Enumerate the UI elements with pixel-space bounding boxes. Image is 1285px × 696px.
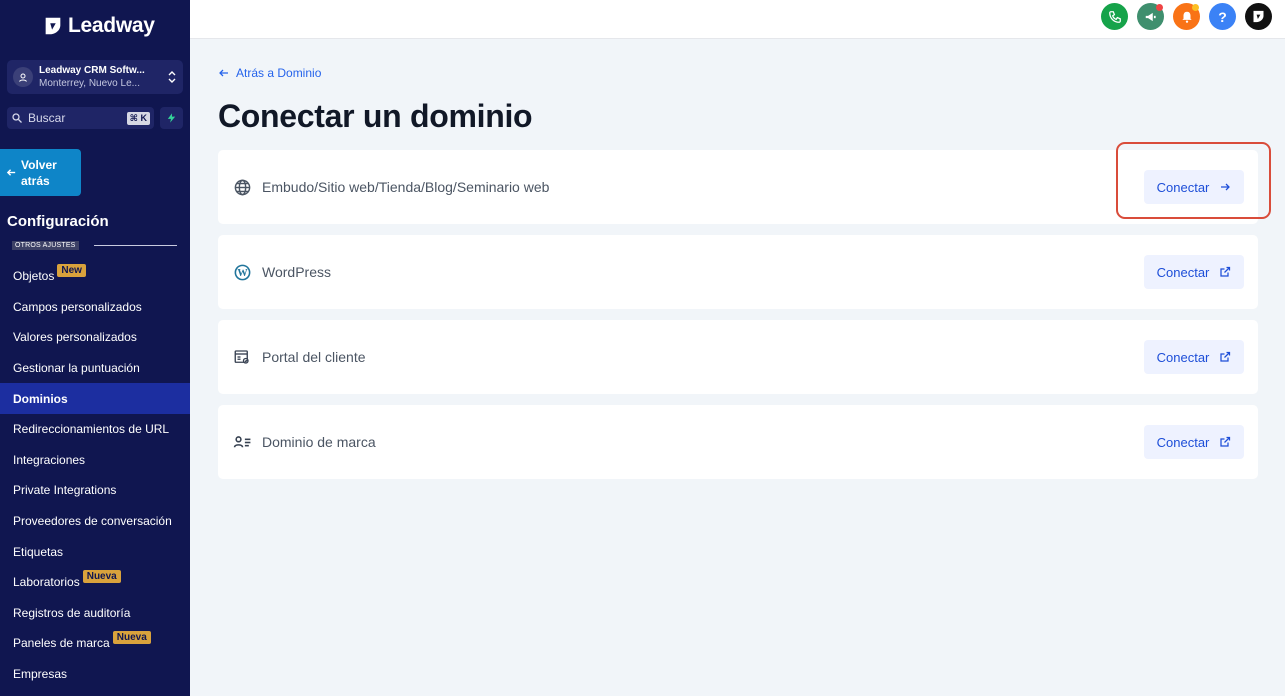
connect-funnel-button[interactable]: Conectar [1144,170,1244,204]
section-divider [94,245,177,246]
client-portal-icon [232,347,252,367]
back-button-label: Volver atrás [21,157,57,188]
external-link-icon [1220,266,1231,277]
megaphone-icon [1145,12,1156,21]
breadcrumb-label: Atrás a Dominio [236,66,322,80]
leadway-app-button[interactable] [1245,3,1272,30]
sidebar-item-valores-personalizados[interactable]: Valores personalizados [0,322,190,353]
phone-button[interactable] [1101,3,1128,30]
sidebar-item-label: Laboratorios [13,575,80,590]
sidebar-item-label: Valores personalizados [13,330,137,345]
new-badge: Nueva [82,569,121,583]
sidebar-item-empresas[interactable]: Empresas [0,659,190,690]
leadway-logo-icon [45,17,61,35]
bell-icon [1181,11,1192,23]
arrow-left-icon [6,169,16,176]
sidebar-item-integraciones[interactable]: Integraciones [0,445,190,476]
location-icon [13,67,33,87]
sidebar-item-label: Redireccionamientos de URL [13,422,170,437]
option-label: WordPress [262,264,331,280]
sidebar-item-label: Etiquetas [13,544,64,559]
new-badge: Nueva [112,630,151,644]
search-placeholder: Buscar [28,111,66,125]
arrow-right-icon [1221,183,1231,191]
section-title: Configuración [7,213,109,230]
globe-icon [232,177,252,197]
section-tag: OTROS AJUSTES [12,241,79,250]
sidebar-item-objetos[interactable]: Objetos New [0,261,190,292]
brand-name: Leadway [68,14,155,37]
notifications-button[interactable] [1173,3,1200,30]
connect-button-label: Conectar [1156,434,1210,450]
notification-dot [1192,4,1199,11]
quick-actions-button[interactable] [160,107,183,129]
announcements-button[interactable] [1137,3,1164,30]
sidebar-item-dominios[interactable]: Dominios [0,383,190,414]
sidebar-item-gestionar-la-puntuación[interactable]: Gestionar la puntuación [0,353,190,384]
connect-button-label: Conectar [1156,349,1210,365]
option-label: Portal del cliente [262,349,366,365]
sidebar-item-label: Proveedores de conversación [13,514,172,529]
sidebar: Leadway Leadway CRM Softw... Monterrey, … [0,0,190,696]
option-card-wordpress: W WordPress Conectar [218,235,1258,309]
connect-button-label: Conectar [1156,264,1210,280]
brand-logo[interactable]: Leadway [42,14,155,38]
option-card-funnel: Embudo/Sitio web/Tienda/Blog/Seminario w… [218,150,1258,224]
page-title: Conectar un dominio [218,98,533,134]
settings-nav: Objetos New Campos personalizados Valores p… [0,261,190,689]
new-badge: New [57,263,86,277]
sidebar-item-paneles-de-marca[interactable]: Paneles de marca Nueva [0,628,190,659]
option-card-brand-domain: Dominio de marca Conectar [218,405,1258,479]
leadway-icon [1253,10,1264,23]
sidebar-item-label: Private Integrations [13,483,117,498]
search-shortcut: ⌘ K [126,111,150,125]
bolt-icon [167,113,176,123]
connect-client-portal-button[interactable]: Conectar [1144,340,1244,374]
account-switcher[interactable]: Leadway CRM Softw... Monterrey, Nuevo Le… [7,60,183,94]
connect-wordpress-button[interactable]: Conectar [1144,255,1244,289]
topbar: ? [190,0,1285,39]
option-label: Dominio de marca [262,434,376,450]
notification-dot [1156,4,1163,11]
sidebar-item-proveedores-de-conversación[interactable]: Proveedores de conversación [0,506,190,537]
help-icon: ? [1218,8,1227,25]
sidebar-item-campos-personalizados[interactable]: Campos personalizados [0,292,190,323]
sidebar-item-label: Objetos [13,269,55,284]
sidebar-item-label: Integraciones [13,452,86,467]
sidebar-item-label: Gestionar la puntuación [13,361,140,376]
connect-button-label: Conectar [1156,179,1210,195]
help-button[interactable]: ? [1209,3,1236,30]
search-input[interactable]: Buscar ⌘ K [7,107,154,129]
back-button[interactable]: Volver atrás [0,149,81,196]
wordpress-icon: W [232,262,252,282]
sidebar-item-label: Dominios [13,391,68,406]
search-icon [12,113,22,123]
sidebar-item-registros-de-auditoría[interactable]: Registros de auditoría [0,598,190,629]
account-location: Monterrey, Nuevo Le... [39,78,140,89]
external-link-icon [1220,351,1231,362]
breadcrumb[interactable]: Atrás a Dominio [218,66,321,80]
sidebar-item-etiquetas[interactable]: Etiquetas [0,536,190,567]
sidebar-item-redireccionamientos-de-url[interactable]: Redireccionamientos de URL [0,414,190,445]
sidebar-item-laboratorios[interactable]: Laboratorios Nueva [0,567,190,598]
sidebar-item-label: Empresas [13,667,68,682]
sidebar-item-label: Paneles de marca [13,636,110,651]
arrow-left-icon [219,69,228,77]
external-link-icon [1220,436,1231,447]
option-label: Embudo/Sitio web/Tienda/Blog/Seminario w… [262,179,550,195]
chevron-updown-icon [168,71,176,83]
svg-text:W: W [237,268,248,279]
sidebar-item-label: Campos personalizados [13,299,142,314]
option-card-client-portal: Portal del cliente Conectar [218,320,1258,394]
brand-domain-icon [232,432,252,452]
phone-icon [1108,10,1121,23]
connect-brand-domain-button[interactable]: Conectar [1144,425,1244,459]
account-name: Leadway CRM Softw... [39,65,145,76]
sidebar-item-label: Registros de auditoría [13,605,131,620]
sidebar-item-private-integrations[interactable]: Private Integrations [0,475,190,506]
